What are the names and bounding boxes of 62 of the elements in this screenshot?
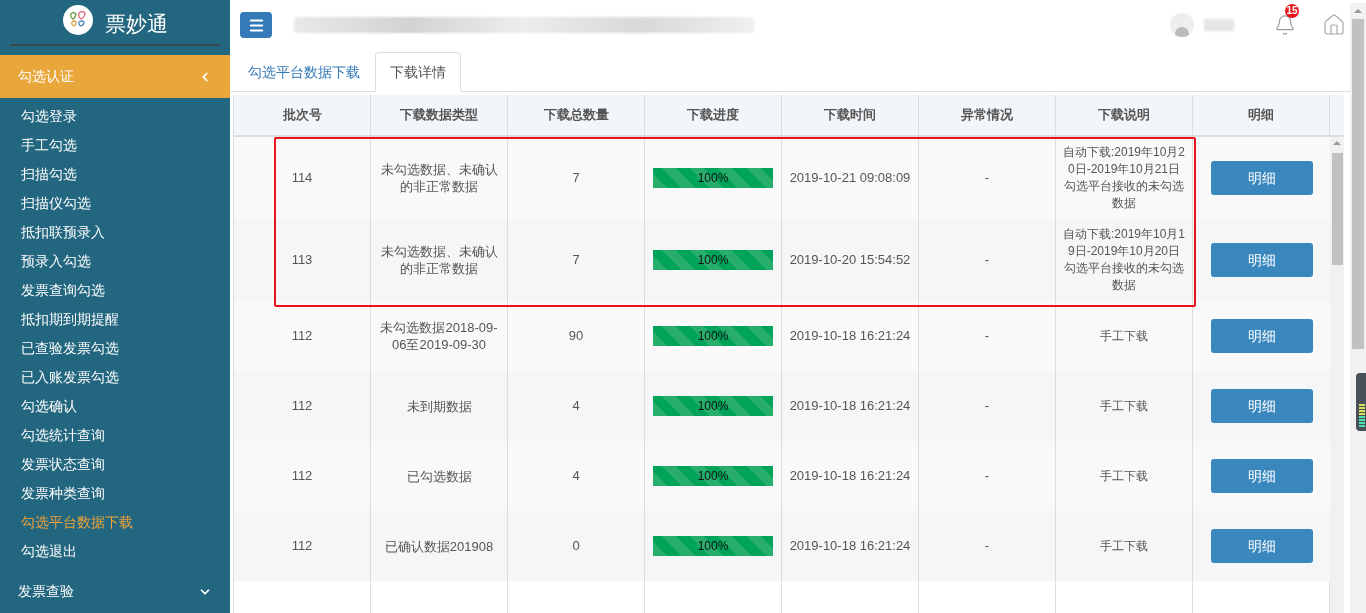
table-cell-text: 未勾选数据2018-09-06至2019-09-30 (379, 319, 499, 353)
detail-button[interactable]: 明细 (1210, 161, 1313, 195)
app-title: 票妙通 (104, 11, 168, 38)
column-header: 批次号 (234, 95, 371, 135)
sidebar-item[interactable]: 抵扣期到期提醒 (0, 305, 230, 334)
progress-label: 100% (696, 252, 730, 269)
column-header: 下载时间 (782, 95, 919, 135)
detail-button[interactable]: 明细 (1210, 389, 1313, 423)
sidebar-item[interactable]: 发票状态查询 (0, 450, 230, 479)
progress-label: 100% (696, 538, 730, 555)
table-cell-text: 未勾选数据、未确认的非正常数据 (379, 243, 499, 277)
progress-label: 100% (696, 328, 730, 345)
table-cell: 自动下载:2019年10月19日-2019年10月20日勾选平台接收的未勾选数据 (1062, 226, 1186, 294)
detail-button[interactable]: 明细 (1210, 243, 1313, 277)
table-cell: 手工下载 (1100, 537, 1148, 555)
detail-button[interactable]: 明细 (1210, 529, 1313, 563)
home-icon[interactable] (1322, 13, 1346, 37)
column-header: 明细 (1193, 95, 1330, 135)
scrollbar-thumb[interactable] (1352, 19, 1364, 349)
sidebar-group[interactable]: 发票查验 (0, 570, 230, 613)
column-header: 下载数据类型 (371, 95, 508, 135)
progress-label: 100% (696, 170, 730, 187)
column-header: 下载说明 (1056, 95, 1193, 135)
avatar-icon (1170, 13, 1194, 37)
sidebar-item[interactable]: 勾选确认 (0, 392, 230, 421)
sidebar-item[interactable]: 发票查询勾选 (0, 276, 230, 305)
sidebar-item[interactable]: 发票种类查询 (0, 479, 230, 508)
sidebar-item[interactable]: 勾选登录 (0, 102, 230, 131)
scrollbar-thumb[interactable] (1331, 153, 1343, 265)
notification-badge: 15 (1285, 4, 1299, 18)
column-header: 下载进度 (645, 95, 782, 135)
detail-button[interactable]: 明细 (1210, 459, 1313, 493)
tab[interactable]: 勾选平台数据下载 (233, 52, 375, 92)
sidebar-item[interactable]: 预录入勾选 (0, 247, 230, 276)
progress-label: 100% (696, 468, 730, 485)
table-cell: 手工下载 (1100, 467, 1148, 485)
table-cell: 已勾选数据 (406, 467, 472, 485)
progress-label: 100% (696, 398, 730, 415)
redacted-block (1204, 19, 1234, 31)
menu-button[interactable] (240, 12, 272, 38)
column-header: 异常情况 (919, 95, 1056, 135)
sidebar-item[interactable]: 已查验发票勾选 (0, 334, 230, 363)
sidebar-item[interactable]: 手工勾选 (0, 131, 230, 160)
sidebar-item[interactable]: 扫描勾选 (0, 160, 230, 189)
menu-icon (247, 16, 265, 34)
logo-icon (62, 4, 93, 35)
sidebar-item[interactable]: 勾选退出 (0, 537, 230, 566)
sidebar-item[interactable]: 扫描仪勾选 (0, 189, 230, 218)
sidebar-item[interactable]: 已入账发票勾选 (0, 363, 230, 392)
detail-button[interactable]: 明细 (1210, 319, 1313, 353)
column-header: 下载总数量 (508, 95, 645, 135)
table-cell: 手工下载 (1100, 327, 1148, 345)
table-cell: 自动下载:2019年10月20日-2019年10月21日勾选平台接收的未勾选数据 (1062, 144, 1186, 212)
table-cell: 手工下载 (1100, 397, 1148, 415)
sidebar-item[interactable]: 勾选统计查询 (0, 421, 230, 450)
bell-icon[interactable] (1274, 14, 1296, 36)
table-cell: 已确认数据201908 (384, 537, 494, 555)
sidebar-item[interactable]: 抵扣联预录入 (0, 218, 230, 247)
level-meter-widget (1356, 373, 1366, 431)
table-cell-text: 未勾选数据、未确认的非正常数据 (379, 161, 499, 195)
table-cell: 未到期数据 (406, 397, 472, 415)
tab[interactable]: 下载详情 (375, 52, 461, 92)
